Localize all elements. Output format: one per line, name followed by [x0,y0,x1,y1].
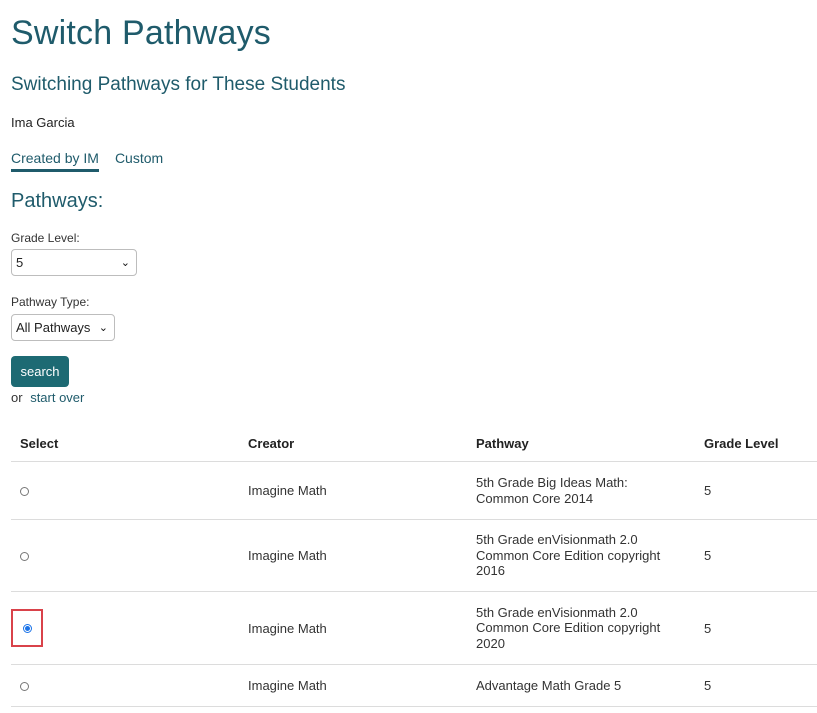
column-header-grade-level: Grade Level [695,425,817,462]
column-header-select: Select [11,425,239,462]
table-row: Imagine Math 5th Grade Big Ideas Math: C… [11,461,817,520]
creator-cell: Imagine Math [239,519,467,592]
grade-cell: 5 [695,461,817,520]
or-text: or [11,390,23,405]
start-over-link[interactable]: start over [30,390,84,405]
page-subtitle: Switching Pathways for These Students [11,74,346,95]
tab-custom[interactable]: Custom [115,150,163,172]
radio-button[interactable] [20,682,29,692]
start-over-line: or start over [11,390,84,405]
radio-button-selected[interactable] [22,623,32,633]
radio-button[interactable] [20,487,29,497]
tab-bar: Created by IM Custom [11,150,163,172]
creator-cell: Imagine Math [239,461,467,520]
pathways-table: Select Creator Pathway Grade Level Imagi… [11,425,817,707]
table-header-row: Select Creator Pathway Grade Level [11,425,817,462]
table-row: Imagine Math Advantage Math Grade 5 5 [11,664,817,707]
table-row: Imagine Math 5th Grade enVisionmath 2.0 … [11,591,817,665]
pathway-cell: 5th Grade enVisionmath 2.0 Common Core E… [467,519,695,592]
grade-level-label: Grade Level: [11,231,80,245]
page-title: Switch Pathways [11,14,271,52]
chevron-down-icon: ⌄ [98,322,108,334]
select-cell [11,519,239,592]
grade-level-select[interactable]: 5 ⌄ [11,249,137,276]
column-header-pathway: Pathway [467,425,695,462]
search-button[interactable]: search [11,356,69,387]
select-cell [11,461,239,520]
pathways-heading: Pathways: [11,190,104,212]
radio-button[interactable] [20,552,29,562]
select-cell [11,591,239,665]
creator-cell: Imagine Math [239,591,467,665]
select-cell [11,664,239,707]
student-name: Ima Garcia [11,115,75,130]
grade-level-value: 5 [16,255,24,270]
grade-cell: 5 [695,591,817,665]
pathway-cell: 5th Grade Big Ideas Math: Common Core 20… [467,461,695,520]
grade-cell: 5 [695,664,817,707]
creator-cell: Imagine Math [239,664,467,707]
pathway-cell: Advantage Math Grade 5 [467,664,695,707]
column-header-creator: Creator [239,425,467,462]
chevron-down-icon: ⌄ [120,257,130,269]
tab-created-by-im[interactable]: Created by IM [11,150,99,172]
pathway-type-select[interactable]: All Pathways ⌄ [11,314,115,341]
pathway-type-value: All Pathways [16,320,91,335]
grade-cell: 5 [695,519,817,592]
table-row: Imagine Math 5th Grade enVisionmath 2.0 … [11,519,817,592]
pathway-type-label: Pathway Type: [11,295,90,309]
selection-highlight [11,609,43,647]
pathway-cell: 5th Grade enVisionmath 2.0 Common Core E… [467,591,695,665]
